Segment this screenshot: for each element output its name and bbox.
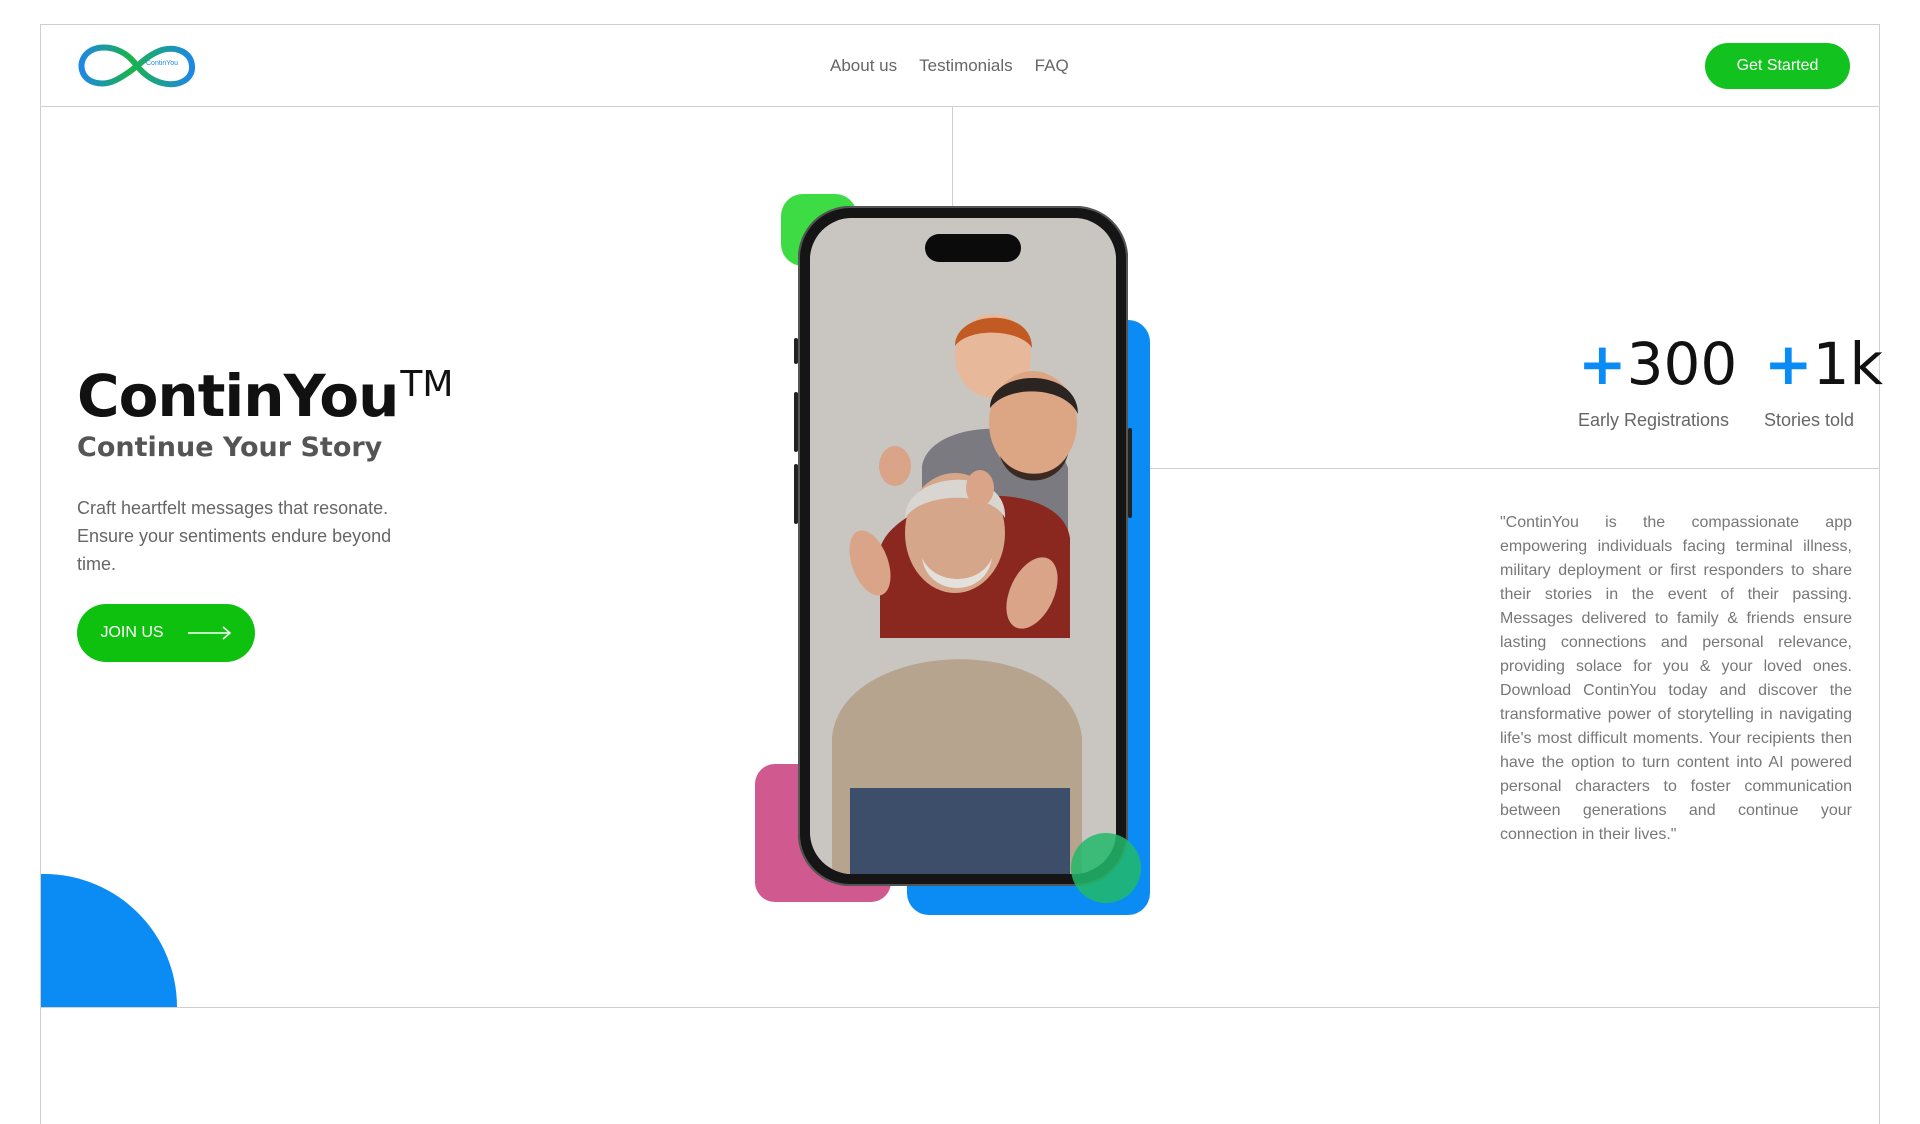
phone-side-button xyxy=(794,338,798,364)
stat-value: +300 xyxy=(1578,334,1741,394)
join-us-label: JOIN US xyxy=(100,624,164,641)
dynamic-island xyxy=(925,234,1021,262)
phone-screen xyxy=(810,218,1116,874)
phone-mockup xyxy=(794,206,1132,886)
infinity-logo-icon xyxy=(78,44,195,87)
get-started-button[interactable]: Get Started xyxy=(1705,43,1850,89)
family-photo-illustration xyxy=(810,218,1116,874)
phone-volume-down xyxy=(794,464,798,524)
section-divider xyxy=(40,1007,1880,1008)
stat-early-registrations: +300 Early Registrations xyxy=(1578,334,1741,431)
stat-value: +1k xyxy=(1764,334,1883,394)
nav-about-us[interactable]: About us xyxy=(830,56,897,76)
phone-volume-up xyxy=(794,392,798,452)
stat-label: Early Registrations xyxy=(1578,410,1730,430)
nav-testimonials[interactable]: Testimonials xyxy=(919,56,1013,76)
brand-tagline: Continue Your Story xyxy=(77,432,383,463)
about-quote: "ContinYou is the compassionate app empo… xyxy=(1500,514,1852,843)
decorative-teal-circle xyxy=(1071,833,1141,903)
header-divider xyxy=(40,106,1880,107)
trademark-mark: TM xyxy=(400,364,454,405)
logo[interactable] xyxy=(78,40,196,92)
stat-number: 1k xyxy=(1812,330,1884,398)
brand-name: ContinYou xyxy=(77,362,399,430)
join-us-button[interactable]: JOIN US xyxy=(77,604,255,662)
logo-wordmark: ContinYou xyxy=(146,60,179,67)
stats-divider xyxy=(1140,468,1880,469)
phone-power-button xyxy=(1128,428,1132,518)
vertical-divider xyxy=(952,107,953,207)
main-nav: About us Testimonials FAQ xyxy=(830,56,1069,76)
stat-plus: + xyxy=(1578,330,1627,398)
hero-description: Craft heartfelt messages that resonate. … xyxy=(77,498,392,574)
nav-faq[interactable]: FAQ xyxy=(1035,56,1069,76)
stat-stories-told: +1k Stories told xyxy=(1764,334,1883,431)
arrow-right-icon xyxy=(187,626,231,640)
stat-label: Stories told xyxy=(1764,410,1855,430)
brand-title: ContinYouTM xyxy=(77,362,453,430)
stat-plus: + xyxy=(1764,330,1813,398)
stat-number: 300 xyxy=(1626,330,1738,398)
